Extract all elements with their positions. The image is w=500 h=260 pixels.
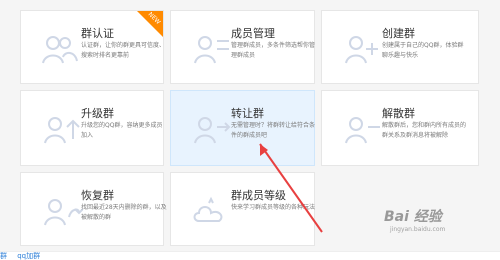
annotation-arrow [259,143,323,233]
